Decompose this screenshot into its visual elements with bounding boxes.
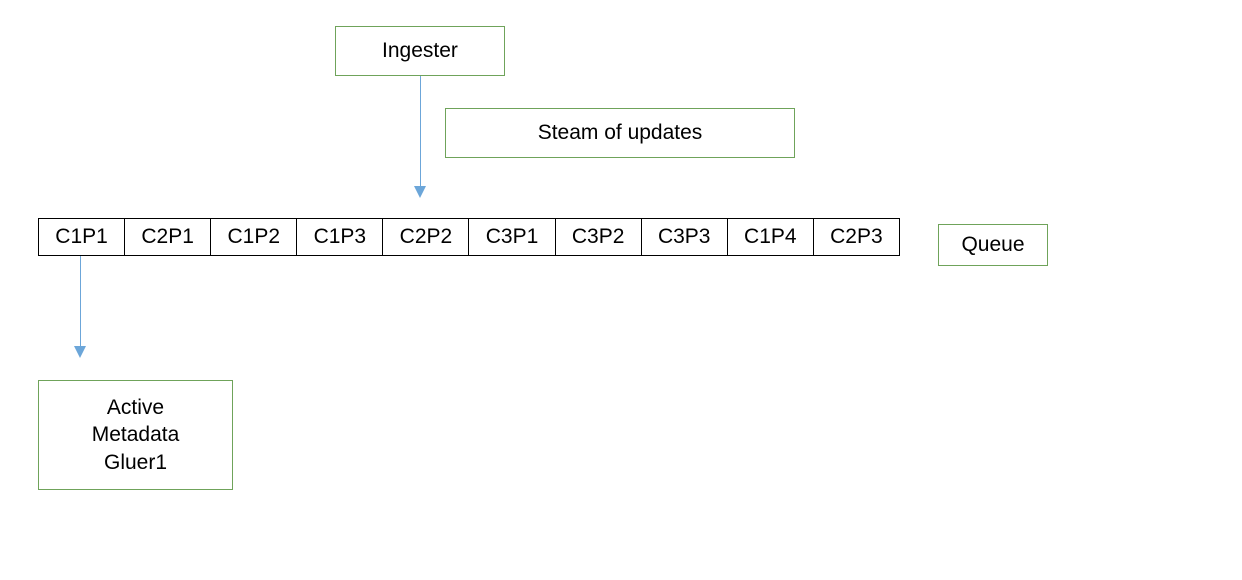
ingester-box: Ingester — [335, 26, 505, 76]
queue-cell: C2P3 — [814, 219, 899, 255]
queue-cell-label: C2P1 — [141, 225, 194, 249]
queue-cell-label: C3P2 — [572, 225, 625, 249]
queue-cell: C1P4 — [728, 219, 814, 255]
arrowhead-ingester-to-queue — [414, 186, 426, 198]
gluer-line3: Gluer1 — [104, 449, 167, 476]
arrow-queue-to-gluer — [80, 256, 81, 346]
queue-cell-label: C2P2 — [400, 225, 453, 249]
queue-cell: C1P1 — [39, 219, 125, 255]
queue-cell: C3P3 — [642, 219, 728, 255]
gluer-line1: Active — [107, 394, 164, 421]
gluer-line2: Metadata — [92, 421, 180, 448]
stream-of-updates-box: Steam of updates — [445, 108, 795, 158]
stream-label: Steam of updates — [538, 119, 703, 146]
queue-cell-label: C1P1 — [55, 225, 108, 249]
queue-cell-label: C3P3 — [658, 225, 711, 249]
queue-cell: C1P3 — [297, 219, 383, 255]
queue-cell-label: C1P2 — [227, 225, 280, 249]
queue-strip: C1P1 C2P1 C1P2 C1P3 C2P2 C3P1 C3P2 C3P3 … — [38, 218, 900, 256]
queue-cell: C3P1 — [469, 219, 555, 255]
queue-cell: C1P2 — [211, 219, 297, 255]
queue-label: Queue — [961, 231, 1024, 258]
queue-cell-label: C1P4 — [744, 225, 797, 249]
queue-cell-label: C2P3 — [830, 225, 883, 249]
queue-cell-label: C3P1 — [486, 225, 539, 249]
queue-cell: C2P2 — [383, 219, 469, 255]
queue-cell: C3P2 — [556, 219, 642, 255]
queue-label-box: Queue — [938, 224, 1048, 266]
queue-cell: C2P1 — [125, 219, 211, 255]
queue-cell-label: C1P3 — [314, 225, 367, 249]
arrow-ingester-to-queue — [420, 76, 421, 186]
ingester-label: Ingester — [382, 37, 458, 64]
gluer-box: Active Metadata Gluer1 — [38, 380, 233, 490]
arrowhead-queue-to-gluer — [74, 346, 86, 358]
